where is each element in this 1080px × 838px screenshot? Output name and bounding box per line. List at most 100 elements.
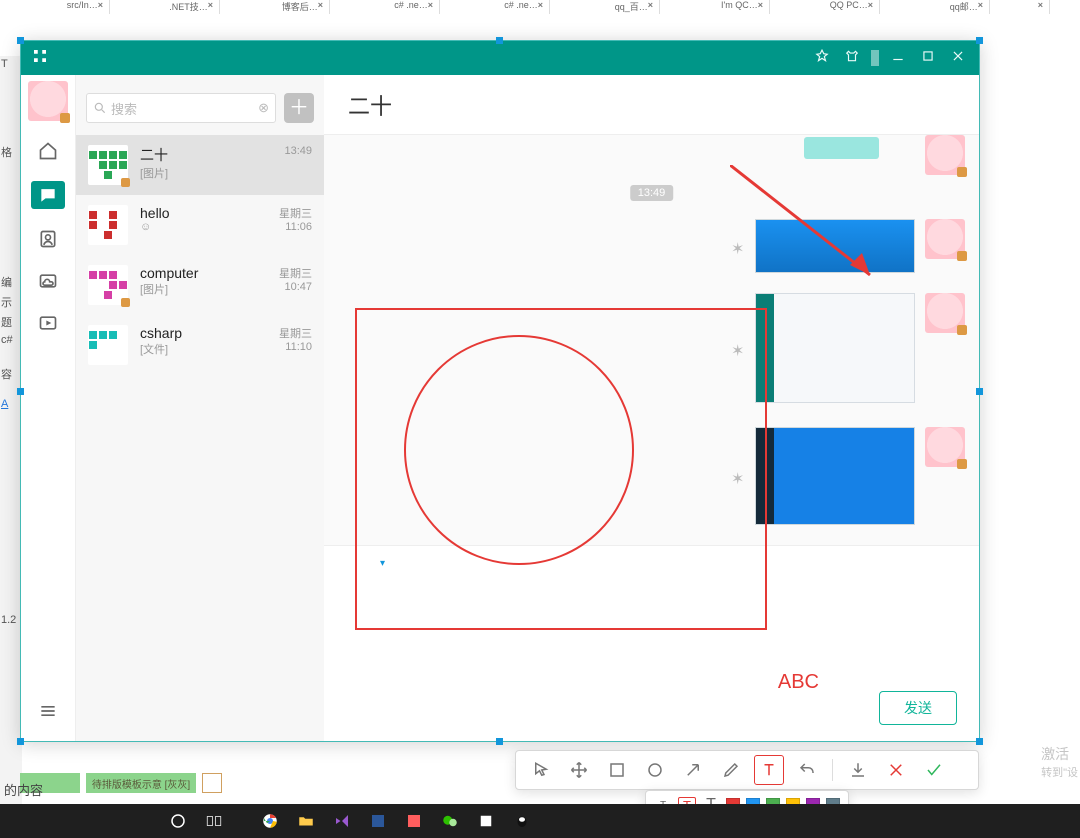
- tab-close-icon[interactable]: ×: [208, 0, 213, 10]
- scissors-dropdown-icon[interactable]: ▾: [380, 558, 385, 569]
- loading-icon: ✶: [731, 239, 745, 253]
- tab-close-icon[interactable]: ×: [318, 0, 323, 10]
- maximize-button[interactable]: [917, 47, 939, 70]
- chat-icon[interactable]: [31, 181, 65, 209]
- pin-icon[interactable]: [811, 47, 833, 70]
- tab-close-icon[interactable]: ×: [538, 0, 543, 10]
- selection-handle[interactable]: [976, 37, 983, 44]
- video-icon[interactable]: [36, 311, 60, 335]
- selection-handle[interactable]: [17, 388, 24, 395]
- message-image[interactable]: [755, 427, 915, 525]
- ellipse-tool[interactable]: [640, 755, 670, 785]
- send-button[interactable]: 发送: [879, 691, 957, 725]
- selection-handle[interactable]: [976, 388, 983, 395]
- taskbar-chrome-icon[interactable]: [252, 804, 288, 838]
- search-input[interactable]: 搜索 ⊗: [86, 93, 276, 123]
- message-image[interactable]: [755, 219, 915, 273]
- tab-label: c# .ne…: [504, 0, 538, 10]
- conversation-avatar: [88, 325, 128, 365]
- conversation-time: 13:49: [284, 145, 312, 157]
- taskbar-app-icon[interactable]: [468, 804, 504, 838]
- taskbar-taskview-icon[interactable]: [196, 804, 232, 838]
- page-fragment: 的内容: [0, 774, 43, 804]
- conversation-preview: [图片]: [140, 165, 272, 181]
- conversation-item[interactable]: computer [图片] 星期三 10:47: [76, 255, 324, 315]
- selection-handle[interactable]: [17, 37, 24, 44]
- tab-close-icon[interactable]: ×: [758, 0, 763, 10]
- app-logo-icon: [31, 47, 49, 70]
- loading-icon: ✶: [731, 341, 745, 355]
- selection-handle[interactable]: [17, 738, 24, 745]
- pointer-tool[interactable]: [526, 755, 556, 785]
- separator: [871, 50, 879, 66]
- conversation-time: 10:47: [279, 281, 312, 293]
- tab-close-icon[interactable]: ×: [98, 0, 103, 10]
- message-list[interactable]: 13:49 ✶ ✶ ✶: [324, 135, 979, 545]
- move-tool[interactable]: [564, 755, 594, 785]
- conversation-item[interactable]: csharp [文件] 星期三 11:10: [76, 315, 324, 375]
- tab-close-icon[interactable]: ×: [868, 0, 873, 10]
- conversation-time: 11:06: [279, 221, 312, 233]
- add-button[interactable]: ＋: [284, 93, 314, 123]
- tab-close-icon[interactable]: ×: [1038, 0, 1043, 10]
- cloud-icon[interactable]: [36, 269, 60, 293]
- tab-close-icon[interactable]: ×: [648, 0, 653, 10]
- taskbar-vs-icon[interactable]: [324, 804, 360, 838]
- tab-label: qq邮…: [950, 0, 978, 13]
- save-tool[interactable]: [843, 755, 873, 785]
- peer-avatar: [925, 219, 965, 259]
- peer-avatar: [925, 427, 965, 467]
- conversation-item[interactable]: hello ☺ 星期三 11:06: [76, 195, 324, 255]
- screenshot-toolbar: [515, 750, 979, 790]
- annotation-text: ABC: [778, 671, 819, 694]
- taskbar-explorer-icon[interactable]: [288, 804, 324, 838]
- selection-handle[interactable]: [496, 738, 503, 745]
- search-icon: [202, 773, 222, 793]
- tab-label: QQ PC…: [830, 0, 868, 10]
- message-row: ✶: [731, 427, 965, 525]
- nav-rail: [21, 75, 76, 741]
- confirm-tool[interactable]: [919, 755, 949, 785]
- taskbar-qq-icon[interactable]: [504, 804, 540, 838]
- selection-handle[interactable]: [496, 37, 503, 44]
- taskbar-wechat-icon[interactable]: [432, 804, 468, 838]
- message-row: ✶: [731, 219, 965, 273]
- chat-header: 二十: [324, 75, 979, 135]
- pen-tool[interactable]: [716, 755, 746, 785]
- clear-search-icon[interactable]: ⊗: [258, 100, 269, 116]
- windows-activate-hint: 激活 转到"设: [1041, 744, 1078, 780]
- self-avatar[interactable]: [28, 81, 68, 121]
- tab-close-icon[interactable]: ×: [428, 0, 433, 10]
- message-image[interactable]: [755, 293, 915, 403]
- arrow-tool[interactable]: [678, 755, 708, 785]
- rectangle-tool[interactable]: [602, 755, 632, 785]
- conversation-name: computer: [140, 265, 267, 281]
- page-row-fragment: 待排版模板示意 [灰灰]: [20, 773, 222, 793]
- home-icon[interactable]: [36, 139, 60, 163]
- conversation-day: 星期三: [279, 265, 312, 281]
- taskbar-app-icon[interactable]: [396, 804, 432, 838]
- taskbar-word-icon[interactable]: [360, 804, 396, 838]
- menu-icon[interactable]: [36, 699, 60, 723]
- cancel-tool[interactable]: [881, 755, 911, 785]
- separator: [832, 759, 833, 781]
- shirt-icon[interactable]: [841, 47, 863, 70]
- conversation-item[interactable]: 二十 [图片] 13:49: [76, 135, 324, 195]
- chat-window-titlebar[interactable]: [21, 41, 979, 75]
- undo-tool[interactable]: [792, 755, 822, 785]
- minimize-button[interactable]: [887, 47, 909, 70]
- conversation-preview: [图片]: [140, 281, 267, 297]
- compose-input[interactable]: ABC 发送: [324, 581, 979, 741]
- conversation-list: 搜索 ⊗ ＋ 二十 [图片] 13:49: [76, 75, 324, 741]
- taskbar-cortana-icon[interactable]: [160, 804, 196, 838]
- contacts-icon[interactable]: [36, 227, 60, 251]
- chat-area: 二十 13:49 ✶ ✶ ✶: [324, 75, 979, 741]
- tab-close-icon[interactable]: ×: [978, 0, 983, 10]
- close-button[interactable]: [947, 47, 969, 70]
- peer-avatar: [925, 135, 965, 175]
- tab-label: src/In…: [67, 0, 98, 10]
- conversation-avatar: [88, 145, 128, 185]
- text-tool[interactable]: [754, 755, 784, 785]
- windows-taskbar[interactable]: [0, 804, 1080, 838]
- selection-handle[interactable]: [976, 738, 983, 745]
